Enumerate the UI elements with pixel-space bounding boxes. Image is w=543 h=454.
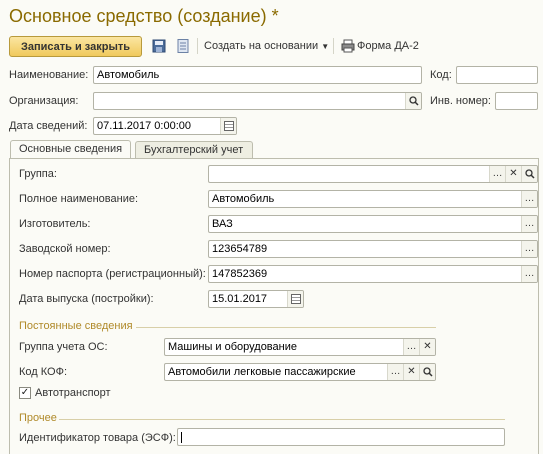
toolbar-separator [197, 38, 198, 54]
select-ellipsis-icon[interactable]: … [489, 166, 505, 182]
code-input[interactable] [456, 66, 538, 84]
clear-icon[interactable]: ✕ [505, 166, 521, 182]
select-ellipsis-icon[interactable]: … [521, 216, 537, 232]
name-input[interactable]: Автомобиль [93, 66, 422, 84]
organization-input[interactable] [93, 92, 422, 110]
organization-label: Организация: [9, 95, 79, 107]
group-label: Группа: [19, 168, 57, 180]
toolbar-separator [333, 38, 334, 54]
manufacturer-label: Изготовитель: [19, 218, 91, 230]
tab-accounting[interactable]: Бухгалтерский учет [135, 141, 253, 159]
dropdown-arrow-icon: ▼ [321, 42, 330, 51]
inventory-number-input[interactable] [495, 92, 538, 110]
name-label: Наименование: [9, 69, 89, 81]
form-da2-button[interactable]: Форма ДА-2 [357, 40, 419, 52]
product-id-label: Идентификатор товара (ЭСФ): [19, 432, 176, 444]
os-group-label: Группа учета ОС: [19, 341, 108, 353]
code-label: Код: [430, 69, 452, 81]
select-ellipsis-icon[interactable]: … [387, 364, 403, 380]
manufacturer-input[interactable]: ВАЗ … [208, 215, 538, 233]
save-icon[interactable] [151, 38, 167, 54]
passport-number-input[interactable]: 147852369 … [208, 265, 538, 283]
full-name-label: Полное наименование: [19, 193, 139, 205]
text-cursor [181, 431, 182, 443]
info-date-input[interactable]: 07.11.2017 0:00:00 [93, 117, 237, 135]
print-icon[interactable] [340, 38, 356, 54]
serial-number-input[interactable]: 123654789 … [208, 240, 538, 258]
kof-code-input[interactable]: Автомобили легковые пассажирские … ✕ [164, 363, 436, 381]
search-icon[interactable] [521, 166, 537, 182]
kof-code-label: Код КОФ: [19, 366, 68, 378]
window-title: Основное средство (создание) * [9, 6, 279, 26]
serial-number-label: Заводской номер: [19, 243, 111, 255]
tab-main-info[interactable]: Основные сведения [10, 140, 131, 160]
section-divider [136, 327, 436, 328]
create-based-on-label: Создать на основании [204, 40, 319, 52]
select-ellipsis-icon[interactable]: … [521, 191, 537, 207]
vehicle-checkbox[interactable]: ✓ [19, 387, 31, 399]
document-list-icon[interactable] [175, 38, 191, 54]
permanent-info-section-title: Постоянные сведения [19, 320, 133, 332]
info-date-label: Дата сведений: [9, 120, 88, 132]
create-based-on-button[interactable]: Создать на основании ▼ [204, 40, 329, 52]
calendar-icon[interactable] [287, 291, 303, 307]
vehicle-label: Автотранспорт [35, 387, 111, 399]
other-section-title: Прочее [19, 412, 57, 424]
product-id-input[interactable] [177, 428, 505, 446]
clear-icon[interactable]: ✕ [419, 339, 435, 355]
release-date-input[interactable]: 15.01.2017 [208, 290, 304, 308]
full-name-input[interactable]: Автомобиль … [208, 190, 538, 208]
calendar-icon[interactable] [220, 118, 236, 134]
passport-number-label: Номер паспорта (регистрационный): [19, 268, 206, 280]
release-date-label: Дата выпуска (постройки): [19, 293, 154, 305]
search-icon[interactable] [405, 93, 421, 109]
search-icon[interactable] [419, 364, 435, 380]
select-ellipsis-icon[interactable]: … [521, 241, 537, 257]
clear-icon[interactable]: ✕ [403, 364, 419, 380]
save-and-close-button[interactable]: Записать и закрыть [9, 36, 142, 57]
inventory-number-label: Инв. номер: [430, 95, 491, 107]
os-group-input[interactable]: Машины и оборудование … ✕ [164, 338, 436, 356]
group-input[interactable]: … ✕ [208, 165, 538, 183]
section-divider [59, 419, 505, 420]
select-ellipsis-icon[interactable]: … [403, 339, 419, 355]
select-ellipsis-icon[interactable]: … [521, 266, 537, 282]
